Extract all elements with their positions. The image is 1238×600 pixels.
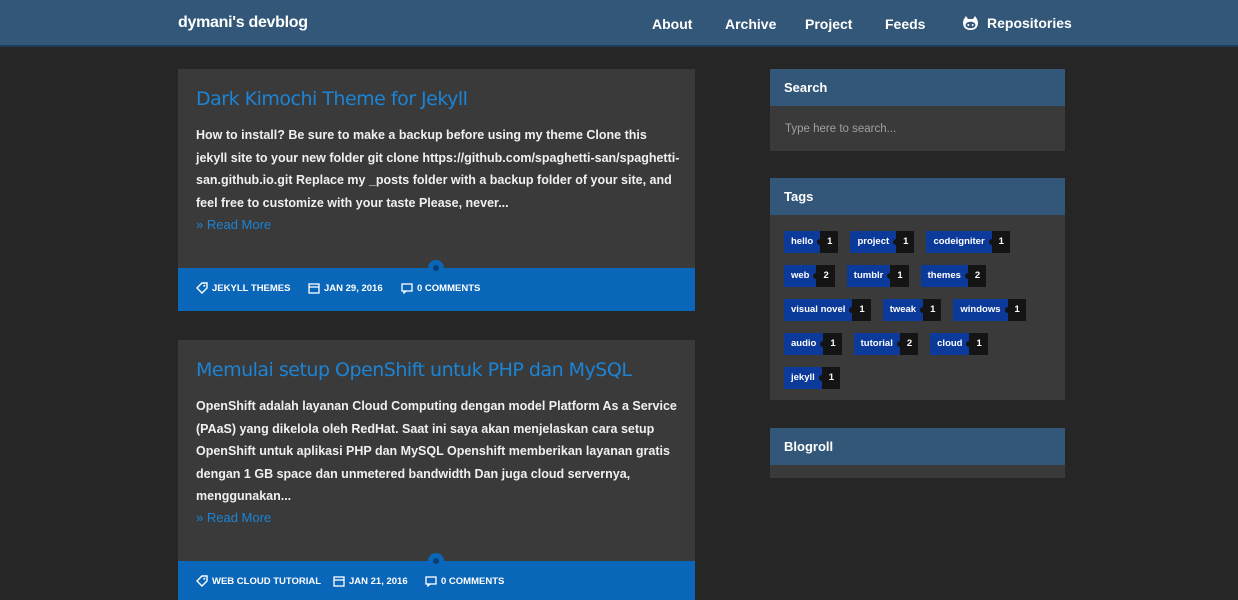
tag-row: jekyll 1 (784, 367, 852, 389)
post-date-label: JAN 29, 2016 (324, 282, 383, 294)
tags-widget: Tags hello 1 project 1 codeigniter 1 web 2 t… (770, 178, 1065, 400)
blogroll-widget-title: Blogroll (770, 428, 1065, 465)
post-card: Memulai setup OpenShift untuk PHP dan My… (178, 340, 695, 600)
footer-knob-icon (428, 260, 444, 276)
post-title[interactable]: Dark Kimochi Theme for Jekyll (196, 88, 468, 110)
post-title[interactable]: Memulai setup OpenShift untuk PHP dan My… (196, 359, 632, 381)
tag-visual-novel[interactable]: visual novel 1 (784, 299, 871, 321)
calendar-icon (308, 283, 320, 294)
tags-widget-title: Tags (770, 178, 1065, 215)
github-icon (962, 15, 979, 31)
tag-icon (196, 282, 208, 294)
nav-repositories[interactable]: Repositories (962, 15, 1072, 31)
tag-tweak[interactable]: tweak 1 (882, 299, 942, 321)
calendar-icon (333, 576, 345, 587)
tag-project[interactable]: project 1 (850, 231, 915, 253)
tag-hello[interactable]: hello 1 (784, 231, 839, 253)
tag-row: audio 1 tutorial 2 cloud 1 (784, 333, 1000, 355)
tag-label: cloud (930, 333, 973, 355)
tag-tumblr[interactable]: tumblr 1 (846, 265, 909, 287)
post-category-label: JEKYLL THEMES (212, 282, 291, 294)
nav-repositories-label: Repositories (987, 15, 1072, 31)
post-card: Dark Kimochi Theme for Jekyll How to ins… (178, 69, 695, 311)
post-footer: WEB CLOUD TUTORIAL JAN 21, 2016 0 COMMEN… (178, 553, 695, 600)
tag-windows[interactable]: windows 1 (953, 299, 1026, 321)
tag-row: visual novel 1 tweak 1 windows 1 (784, 299, 1038, 321)
post-comments[interactable]: 0 COMMENTS (425, 575, 504, 587)
tag-audio[interactable]: audio 1 (784, 333, 842, 355)
navbar: dymani's devblog About Archive Project F… (0, 0, 1238, 47)
tag-count: 1 (823, 333, 842, 355)
tag-label: jekyll (784, 367, 825, 389)
tag-icon (196, 575, 208, 587)
post-category-label: WEB CLOUD TUTORIAL (212, 575, 322, 587)
tag-label: tumblr (846, 265, 893, 287)
tag-label: web (784, 265, 821, 287)
tag-label: audio (784, 333, 827, 355)
post-excerpt: OpenShift adalah layanan Cloud Computing… (196, 399, 677, 503)
nav-project[interactable]: Project (805, 16, 852, 32)
tag-codeigniter[interactable]: codeigniter 1 (926, 231, 1010, 253)
read-more-link[interactable]: » Read More (196, 217, 271, 232)
comment-icon (401, 283, 413, 294)
footer-knob-icon (428, 553, 444, 569)
tag-count: 1 (890, 265, 909, 287)
post-date: JAN 21, 2016 (333, 575, 408, 587)
tag-count: 2 (816, 265, 835, 287)
tag-row: web 2 tumblr 1 themes 2 (784, 265, 998, 287)
tag-label: hello (784, 231, 824, 253)
tag-tutorial[interactable]: tutorial 2 (853, 333, 919, 355)
tag-cloud[interactable]: cloud 1 (930, 333, 988, 355)
tag-web[interactable]: web 2 (784, 265, 835, 287)
tag-label: project (850, 231, 899, 253)
tag-label: tweak (882, 299, 927, 321)
post-comments[interactable]: 0 COMMENTS (401, 282, 480, 294)
post-comments-label: 0 COMMENTS (441, 575, 505, 587)
post-category[interactable]: JEKYLL THEMES (196, 282, 290, 294)
tag-row: hello 1 project 1 codeigniter 1 (784, 231, 1022, 253)
nav-feeds[interactable]: Feeds (885, 16, 925, 32)
post-category[interactable]: WEB CLOUD TUTORIAL (196, 575, 321, 587)
search-input[interactable] (770, 106, 1065, 151)
tag-label: themes (920, 265, 972, 287)
tag-themes[interactable]: themes 2 (920, 265, 987, 287)
tag-label: visual novel (784, 299, 856, 321)
post-comments-label: 0 COMMENTS (417, 282, 481, 294)
tag-label: tutorial (853, 333, 904, 355)
post-date: JAN 29, 2016 (308, 282, 383, 294)
tag-jekyll[interactable]: jekyll 1 (784, 367, 841, 389)
nav-about[interactable]: About (652, 16, 692, 32)
comment-icon (425, 576, 437, 587)
site-brand[interactable]: dymani's devblog (178, 14, 308, 32)
tag-count: 1 (969, 333, 988, 355)
search-widget: Search (770, 69, 1065, 151)
tag-label: windows (953, 299, 1011, 321)
tag-label: codeigniter (926, 231, 995, 253)
blogroll-widget: Blogroll (770, 428, 1065, 478)
search-widget-title: Search (770, 69, 1065, 106)
post-excerpt: How to install? Be sure to make a backup… (196, 128, 680, 210)
read-more-link[interactable]: » Read More (196, 510, 271, 525)
post-footer: JEKYLL THEMES JAN 29, 2016 0 COMMENTS (178, 260, 695, 311)
tag-count: 1 (852, 299, 871, 321)
post-date-label: JAN 21, 2016 (349, 575, 408, 587)
nav-archive[interactable]: Archive (725, 16, 776, 32)
